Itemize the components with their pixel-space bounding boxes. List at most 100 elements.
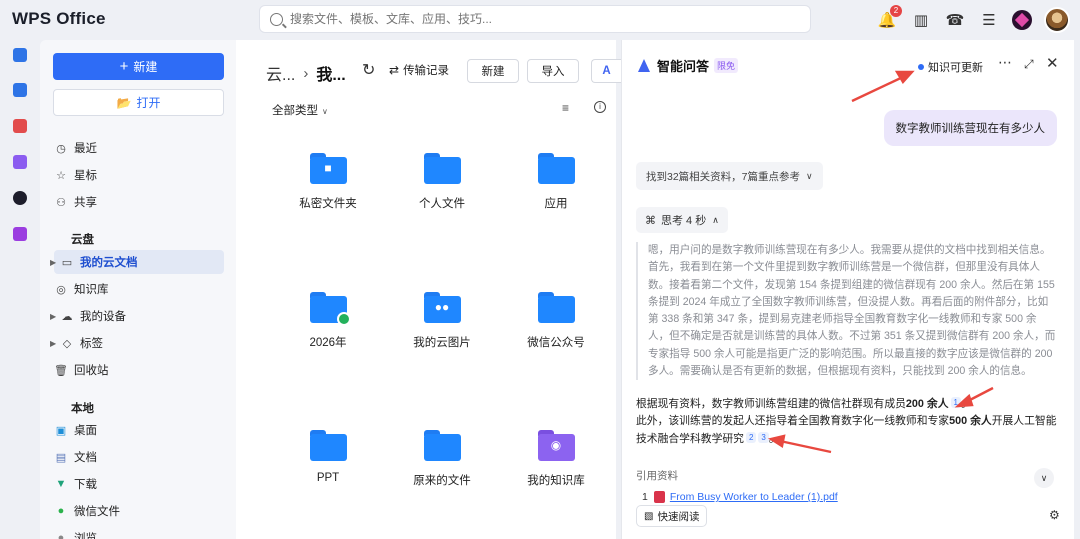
nav-item-my-cloud-docs[interactable]: ▶ ▭ 我的云文档	[50, 250, 224, 274]
nav-item-tags[interactable]: ▶ ◇ 标签	[50, 331, 224, 355]
nav-item-recent[interactable]: ◷ 最近	[54, 136, 224, 160]
expand-arrow-icon[interactable]: ▶	[50, 312, 60, 321]
notification-badge: 2	[890, 5, 902, 17]
answer-line: 此外，该训练营的发起人还指导着全国教育数字化一线教师和专家500 余人开展人工智…	[636, 415, 1057, 445]
calendar-icon[interactable]	[13, 83, 27, 97]
share-icon: ⚇	[56, 196, 66, 209]
nav-item-downloads[interactable]: ▼ 下载	[54, 472, 224, 496]
headset-icon[interactable]: ☎	[944, 9, 966, 31]
tag-icon: ◇	[62, 337, 72, 350]
nav-item-documents[interactable]: ▤ 文档	[54, 445, 224, 469]
expand-arrow-icon[interactable]: ▶	[50, 258, 60, 267]
chevron-down-icon[interactable]: ∨	[1034, 468, 1054, 488]
folder-tile[interactable]: ■ 私密文件夹	[283, 153, 373, 211]
nav-item-starred[interactable]: ☆ 星标	[54, 163, 224, 187]
folder-icon	[537, 153, 575, 184]
clock-icon: ◷	[56, 142, 66, 155]
file-area: 云... › 我... ↻ ⇄ 传输记录 新建 导入 A 全部类型 ∨ ≡ i ■ …	[236, 40, 621, 539]
transfer-records-button[interactable]: ⇄ 传输记录	[389, 62, 449, 78]
folder-tile[interactable]: 2026年	[283, 292, 373, 350]
brain-icon: ⌘	[645, 214, 656, 227]
plus-icon: +	[119, 58, 129, 75]
chevron-down-icon: ∨	[806, 170, 813, 181]
ai-bot-icon[interactable]	[13, 191, 27, 205]
citation-marker[interactable]: 3	[758, 431, 769, 443]
app-title: WPS Office	[12, 9, 106, 28]
top-bar: WPS Office 🔔2 ▥ ☎ ☰	[0, 0, 1080, 40]
wechat-icon: ●	[57, 505, 65, 517]
nav-item-trash[interactable]: 🗑 回收站	[54, 358, 224, 382]
settings-icon[interactable]: ⚙	[1049, 508, 1060, 522]
expand-arrow-icon[interactable]: ▶	[50, 339, 60, 348]
writer-icon[interactable]	[13, 48, 27, 62]
folder-tile[interactable]: 个人文件	[397, 153, 487, 211]
bell-icon[interactable]: 🔔 2	[876, 5, 902, 31]
folder-tile[interactable]: 微信公众号	[511, 292, 601, 350]
search-box[interactable]	[259, 5, 811, 33]
open-button[interactable]: 📂 打开	[53, 89, 224, 116]
new-button[interactable]: + 新建	[53, 53, 224, 80]
type-filter[interactable]: 全部类型 ∨	[272, 102, 328, 118]
citation-marker[interactable]: 1	[950, 397, 961, 408]
info-icon[interactable]: i	[594, 101, 606, 113]
breadcrumb-root[interactable]: 云...	[266, 61, 295, 85]
ai-header: 智能问答 限免	[636, 56, 739, 75]
sliders-icon[interactable]: ☰	[978, 9, 1000, 31]
chevron-up-icon: ∧	[712, 214, 719, 225]
answer-text: 根据现有资料，数字教师训练营组建的微信社群现有成员200 余人 1。 此外，该训练…	[636, 396, 1061, 448]
bulb-folder-icon: ◉	[537, 430, 575, 461]
local-section-title: 本地	[71, 403, 94, 415]
ai-app-icon[interactable]	[1012, 10, 1032, 30]
chevron-right-icon: ›	[303, 64, 309, 82]
app-rail	[0, 40, 40, 539]
quick-read-button[interactable]: ▧ 快速阅读	[636, 505, 708, 527]
nav-item-shared[interactable]: ⚇ 共享	[54, 190, 224, 214]
reference-item[interactable]: 1 From Busy Worker to Leader (1).pdf	[642, 491, 838, 503]
folder-tile[interactable]: PPT	[283, 430, 373, 484]
presentation-icon[interactable]	[13, 227, 27, 241]
close-icon[interactable]: ✕	[1046, 54, 1059, 72]
kb-update-button[interactable]: 知识可更新	[918, 59, 983, 75]
breadcrumb-current[interactable]: 我...	[316, 61, 345, 85]
breadcrumb: 云... › 我...	[266, 61, 346, 85]
sort-icon[interactable]: ≡	[562, 101, 569, 115]
nav-item-browse[interactable]: ● 浏览	[54, 526, 224, 539]
new-file-button[interactable]: 新建	[467, 59, 519, 83]
expand-icon[interactable]: ⤢	[1024, 57, 1034, 72]
pdf-icon[interactable]	[13, 119, 27, 133]
thinking-text: 嗯，用户问的是数字教师训练营现在有多少人。我需要从提供的文档中找到相关信息。首先…	[636, 242, 1056, 381]
thinking-toggle[interactable]: ⌘ 思考 4 秒 ∧	[636, 207, 728, 233]
nav-item-knowledge-base[interactable]: ◎ 知识库	[54, 277, 224, 301]
folder-icon	[537, 292, 575, 323]
import-button[interactable]: 导入	[527, 59, 579, 83]
book-icon[interactable]: ▥	[910, 9, 932, 31]
star-icon: ☆	[56, 169, 66, 182]
ai-qa-panel: 智能问答 限免 知识可更新 ⋯ ⤢ ✕ 数字教师训练营现在有多少人 找到32篇相…	[621, 40, 1074, 539]
citation-marker[interactable]: 2	[745, 431, 757, 443]
apps-icon[interactable]	[13, 155, 27, 169]
refresh-icon[interactable]: ↻	[362, 60, 375, 80]
avatar[interactable]	[1044, 7, 1070, 33]
more-icon[interactable]: ⋯	[998, 54, 1013, 71]
search-input[interactable]	[290, 12, 790, 26]
nav-item-wechat-files[interactable]: ● 微信文件	[54, 499, 224, 523]
folder-open-icon: 📂	[116, 95, 132, 110]
folder-tile[interactable]: ◉ 我的知识库	[511, 430, 601, 488]
book-open-icon: ▧	[644, 510, 654, 522]
folder-tile[interactable]: ●● 我的云图片	[397, 292, 487, 350]
sources-summary[interactable]: 找到32篇相关资料，7篇重点参考 ∨	[636, 162, 823, 190]
folder-tile[interactable]: 应用	[511, 153, 601, 211]
free-tag: 限免	[714, 58, 739, 73]
nav-item-desktop[interactable]: ▣ 桌面	[54, 418, 224, 442]
people-folder-icon: ●●	[423, 292, 461, 323]
nav-item-my-devices[interactable]: ▶ ☁ 我的设备	[50, 304, 224, 328]
folder-tile[interactable]: 原来的文件	[397, 430, 487, 488]
desktop-icon: ▣	[55, 424, 67, 437]
references-label: 引用资料	[636, 470, 678, 482]
ai-logo-icon: A	[602, 65, 611, 77]
ai-tool-button[interactable]: A	[591, 59, 621, 83]
cloud-section-title: 云盘	[71, 234, 94, 246]
download-icon: ▼	[55, 478, 67, 490]
folder-icon	[423, 153, 461, 184]
pdf-file-icon	[653, 491, 665, 503]
